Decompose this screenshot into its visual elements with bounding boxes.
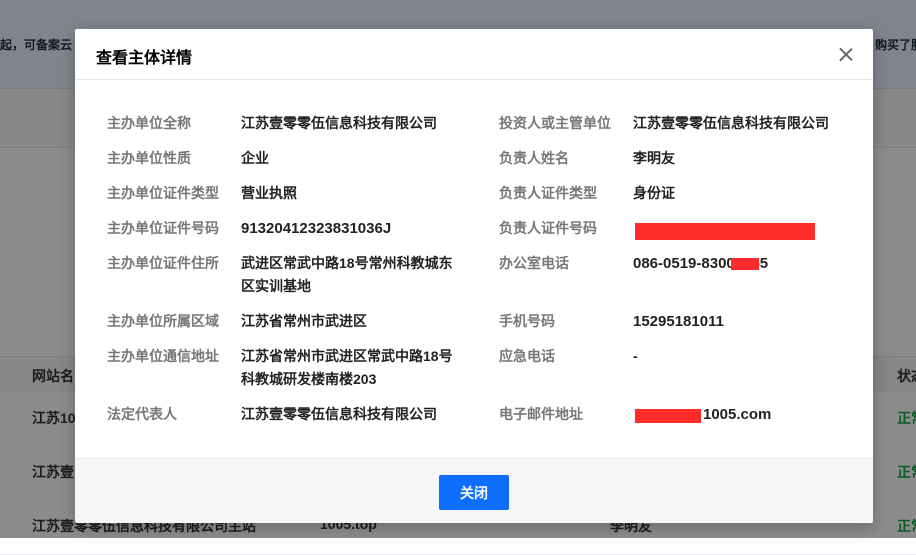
field-value-principal-id-type: 身份证 — [633, 185, 675, 201]
field-label-emergency-phone: 应急电话 — [499, 348, 555, 364]
field-label-organizer-full-name: 主办单位全称 — [107, 115, 191, 131]
redaction-mark — [635, 409, 701, 423]
field-value-organizer-id-number: 91320412323831036J — [241, 220, 392, 237]
field-value-emergency-phone: - — [633, 348, 638, 364]
field-label-investor: 投资人或主管单位 — [499, 115, 611, 131]
field-value-organizer-region: 江苏省常州市武进区 — [241, 313, 367, 329]
field-label-organizer-id-type: 主办单位证件类型 — [107, 185, 219, 201]
field-label-principal-name: 负责人姓名 — [499, 150, 569, 166]
dialog-footer: 关闭 — [75, 458, 873, 523]
close-button[interactable]: 关闭 — [439, 475, 509, 510]
field-value-organizer-nature: 企业 — [241, 150, 269, 166]
field-label-organizer-mailing-address: 主办单位通信地址 — [107, 348, 219, 364]
field-value-organizer-id-address: 武进区常武中路18号常州科教城东区实训基地 — [241, 255, 453, 294]
field-value-organizer-mailing-address: 江苏省常州市武进区常武中路18号科教城研发楼南楼203 — [241, 348, 453, 387]
redaction-mark — [731, 258, 759, 270]
field-label-organizer-id-address: 主办单位证件住所 — [107, 255, 219, 271]
close-icon[interactable] — [837, 45, 855, 63]
field-label-organizer-nature: 主办单位性质 — [107, 150, 191, 166]
entity-detail-dialog: 查看主体详情 主办单位全称 江苏壹零零伍信息科技有限公司 主办单位性质 企业 主… — [75, 29, 873, 523]
dialog-title: 查看主体详情 — [96, 50, 193, 67]
field-label-mobile-number: 手机号码 — [499, 313, 555, 329]
field-label-principal-id-number: 负责人证件号码 — [499, 220, 597, 236]
field-value-legal-representative: 江苏壹零零伍信息科技有限公司 — [241, 406, 437, 422]
field-label-office-phone: 办公室电话 — [499, 255, 569, 271]
field-label-email: 电子邮件地址 — [499, 406, 583, 422]
field-value-investor: 江苏壹零零伍信息科技有限公司 — [633, 115, 829, 131]
field-value-mobile-number: 15295181011 — [633, 313, 724, 330]
field-label-principal-id-type: 负责人证件类型 — [499, 185, 597, 201]
field-value-organizer-id-type: 营业执照 — [241, 185, 297, 201]
dialog-header: 查看主体详情 — [75, 29, 873, 80]
field-label-organizer-region: 主办单位所属区域 — [107, 313, 219, 329]
field-label-legal-representative: 法定代表人 — [107, 406, 177, 422]
field-value-principal-name: 李明友 — [633, 150, 675, 166]
field-value-organizer-full-name: 江苏壹零零伍信息科技有限公司 — [241, 115, 437, 131]
field-label-organizer-id-number: 主办单位证件号码 — [107, 220, 219, 236]
field-value-email: 1005.com — [703, 406, 772, 423]
redaction-mark — [635, 223, 815, 240]
